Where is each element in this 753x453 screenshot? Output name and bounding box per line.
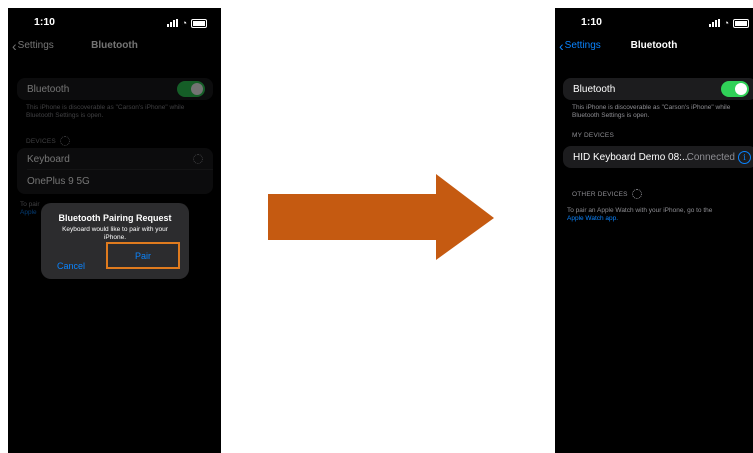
cancel-button[interactable]: Cancel [57,261,85,271]
status-bar: 1:10 ◔ [555,16,753,34]
device-row-keyboard[interactable]: Keyboard [17,148,213,170]
pair-button[interactable]: Pair [135,251,151,261]
footer-note-partial: To pair Apple [20,201,40,216]
nav-bar: ‹ Settings Bluetooth [555,38,753,58]
devices-list: Keyboard OnePlus 9 5G [17,148,213,194]
phone-screen-before: 1:10 ◔ ‹ Settings Bluetooth Bluetooth Th… [8,8,221,453]
bluetooth-toggle[interactable] [721,81,749,97]
device-name: Keyboard [27,153,70,165]
transition-arrow [268,174,494,260]
battery-icon [191,18,207,28]
loading-spinner-icon [59,136,70,146]
nav-bar: ‹ Settings Bluetooth [8,38,221,58]
dialog-title: Bluetooth Pairing Request [58,213,172,223]
page-title: Bluetooth [630,40,678,51]
cellular-signal-icon [166,19,178,27]
device-status: Connected [686,151,735,163]
pair-button-highlight[interactable]: Pair [106,242,180,269]
arrow-right-icon [268,174,494,260]
status-time: 1:10 [34,16,56,28]
battery-icon [733,18,749,28]
dialog-message: Keyboard would like to pair with your iP… [62,226,168,241]
other-devices-header: OTHER DEVICES [572,189,642,199]
discoverable-note: This iPhone is discoverable as "Carson's… [26,104,185,119]
my-device-row[interactable]: HID Keyboard Demo 08:... Connected i [563,146,753,168]
bluetooth-label: Bluetooth [573,83,616,95]
bluetooth-toggle-row: Bluetooth [563,78,753,100]
discoverable-note: This iPhone is discoverable as "Carson's… [572,104,731,119]
apple-watch-link[interactable]: Apple Watch app. [567,215,618,222]
phone-screen-after: 1:10 ◔ ‹ Settings Bluetooth Bluetooth Th… [555,8,753,453]
status-bar: 1:10 ◔ [8,16,221,34]
my-devices-header: MY DEVICES [572,132,614,139]
page-title: Bluetooth [91,40,138,51]
wifi-icon: ◔ [181,18,187,28]
bluetooth-label: Bluetooth [27,83,70,95]
device-name: OnePlus 9 5G [27,175,90,187]
cellular-signal-icon [708,19,720,27]
devices-header: DEVICES [26,136,70,146]
wifi-icon: ◔ [723,18,729,28]
status-time: 1:10 [581,16,603,28]
apple-watch-note: To pair an Apple Watch with your iPhone,… [567,207,713,222]
device-row-oneplus[interactable]: OnePlus 9 5G [17,170,213,192]
bluetooth-toggle-row: Bluetooth [17,78,213,100]
loading-spinner-icon [193,154,203,164]
bluetooth-toggle[interactable] [177,81,205,97]
loading-spinner-icon [631,189,642,199]
info-icon[interactable]: i [738,151,751,164]
device-name: HID Keyboard Demo 08:... [573,151,691,163]
